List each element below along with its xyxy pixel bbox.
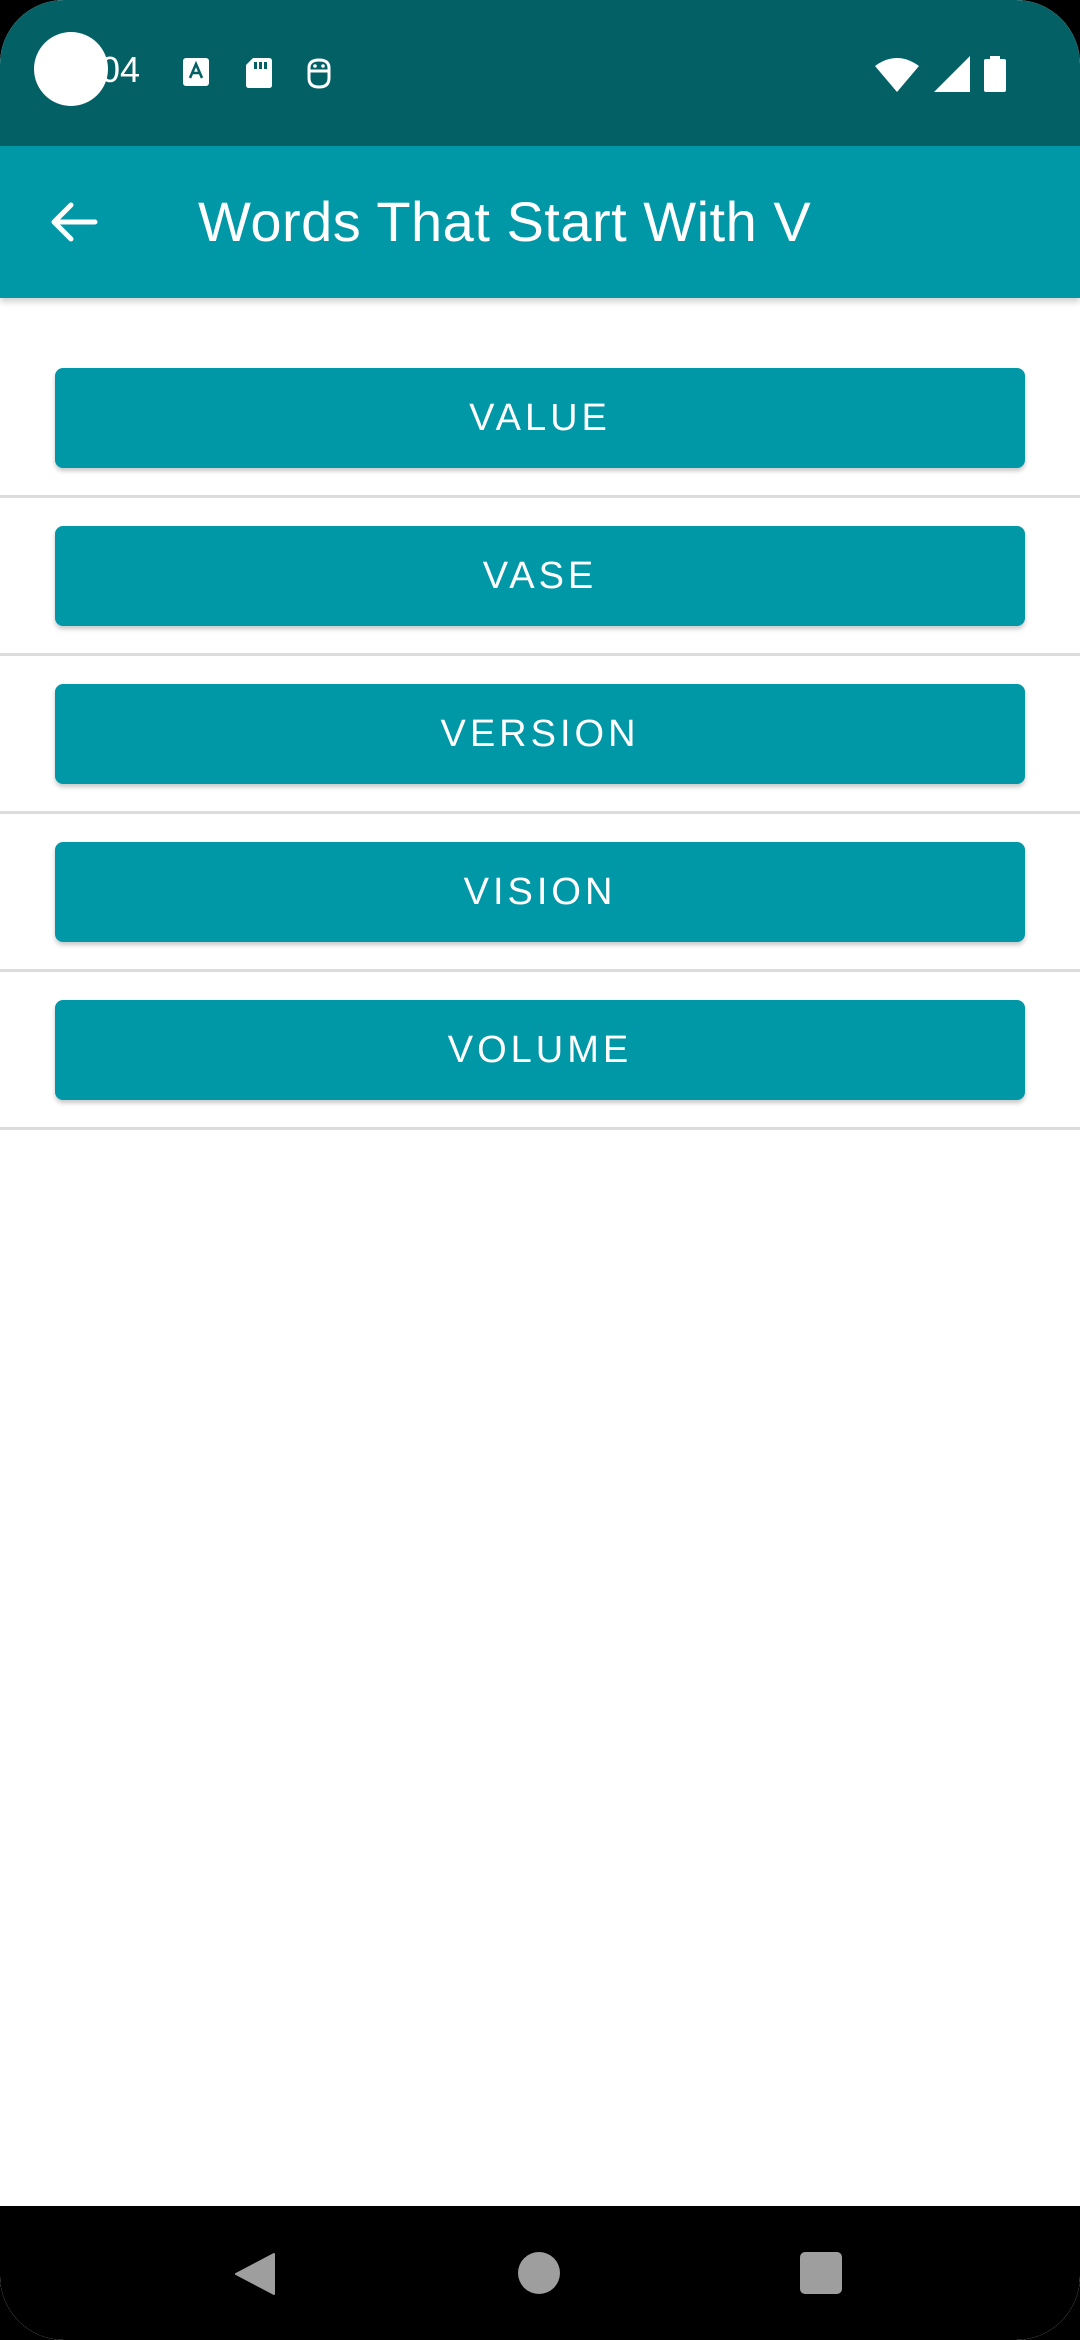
sd-card-icon bbox=[246, 58, 272, 88]
page-title: Words That Start With V bbox=[198, 190, 812, 253]
status-bar: 04 bbox=[0, 0, 1080, 146]
app-bar: Words That Start With V bbox=[0, 146, 1080, 298]
word-button-volume[interactable]: VOLUME bbox=[55, 1000, 1025, 1100]
home-icon[interactable] bbox=[518, 2252, 560, 2294]
back-icon[interactable] bbox=[234, 2252, 276, 2296]
back-button[interactable] bbox=[32, 180, 116, 264]
cellular-signal-icon bbox=[934, 56, 970, 92]
battery-icon bbox=[984, 56, 1006, 92]
status-right-icons bbox=[874, 56, 1006, 92]
word-button-vase[interactable]: VASE bbox=[55, 526, 1025, 626]
phone-screen: 04 Words That Start With V VALUE VASE VE… bbox=[0, 0, 1080, 2340]
list-item: VERSION bbox=[0, 656, 1080, 814]
list-item: VOLUME bbox=[0, 972, 1080, 1130]
wifi-icon bbox=[875, 58, 919, 92]
list-item: VALUE bbox=[0, 298, 1080, 498]
status-time: 04 bbox=[100, 49, 141, 90]
word-list: VALUE VASE VERSION VISION VOLUME bbox=[0, 298, 1080, 1130]
list-item: VISION bbox=[0, 814, 1080, 972]
word-button-vision[interactable]: VISION bbox=[55, 842, 1025, 942]
font-download-icon bbox=[183, 58, 209, 86]
navigation-bar bbox=[0, 2206, 1080, 2340]
word-button-value[interactable]: VALUE bbox=[55, 368, 1025, 468]
android-debug-icon bbox=[307, 58, 331, 89]
arrow-back-icon bbox=[51, 202, 98, 242]
recents-icon[interactable] bbox=[800, 2252, 842, 2294]
camera-cutout bbox=[34, 32, 108, 106]
word-button-version[interactable]: VERSION bbox=[55, 684, 1025, 784]
list-item: VASE bbox=[0, 498, 1080, 656]
